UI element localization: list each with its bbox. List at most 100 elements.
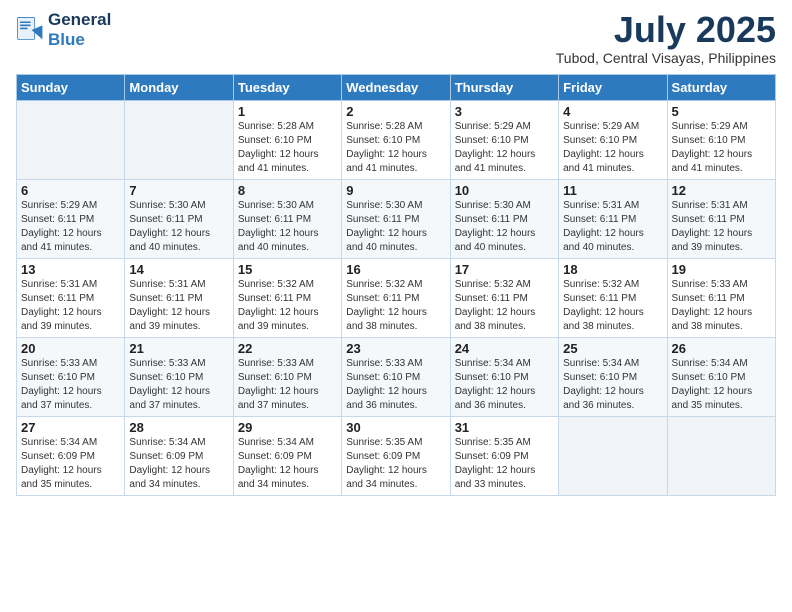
month-title: July 2025 xyxy=(556,10,776,50)
day-info: Sunrise: 5:30 AM Sunset: 6:11 PM Dayligh… xyxy=(129,199,228,255)
day-number: 20 xyxy=(21,341,120,356)
day-number: 11 xyxy=(563,183,662,198)
day-number: 18 xyxy=(563,262,662,277)
calendar-cell: 3Sunrise: 5:29 AM Sunset: 6:10 PM Daylig… xyxy=(450,100,558,179)
calendar-cell: 5Sunrise: 5:29 AM Sunset: 6:10 PM Daylig… xyxy=(667,100,775,179)
calendar-cell: 22Sunrise: 5:33 AM Sunset: 6:10 PM Dayli… xyxy=(233,337,341,416)
calendar-cell: 1Sunrise: 5:28 AM Sunset: 6:10 PM Daylig… xyxy=(233,100,341,179)
logo-text-general: General xyxy=(48,10,111,30)
calendar-cell: 9Sunrise: 5:30 AM Sunset: 6:11 PM Daylig… xyxy=(342,179,450,258)
day-number: 15 xyxy=(238,262,337,277)
calendar-cell: 19Sunrise: 5:33 AM Sunset: 6:11 PM Dayli… xyxy=(667,258,775,337)
day-info: Sunrise: 5:33 AM Sunset: 6:10 PM Dayligh… xyxy=(21,357,120,413)
column-header-tuesday: Tuesday xyxy=(233,74,341,100)
calendar-cell: 8Sunrise: 5:30 AM Sunset: 6:11 PM Daylig… xyxy=(233,179,341,258)
day-number: 9 xyxy=(346,183,445,198)
day-info: Sunrise: 5:30 AM Sunset: 6:11 PM Dayligh… xyxy=(238,199,337,255)
day-info: Sunrise: 5:32 AM Sunset: 6:11 PM Dayligh… xyxy=(455,278,554,334)
day-info: Sunrise: 5:29 AM Sunset: 6:11 PM Dayligh… xyxy=(21,199,120,255)
calendar-cell: 27Sunrise: 5:34 AM Sunset: 6:09 PM Dayli… xyxy=(17,416,125,495)
day-info: Sunrise: 5:28 AM Sunset: 6:10 PM Dayligh… xyxy=(238,120,337,176)
calendar-cell: 26Sunrise: 5:34 AM Sunset: 6:10 PM Dayli… xyxy=(667,337,775,416)
day-info: Sunrise: 5:30 AM Sunset: 6:11 PM Dayligh… xyxy=(455,199,554,255)
day-info: Sunrise: 5:33 AM Sunset: 6:10 PM Dayligh… xyxy=(238,357,337,413)
day-info: Sunrise: 5:33 AM Sunset: 6:10 PM Dayligh… xyxy=(346,357,445,413)
day-info: Sunrise: 5:31 AM Sunset: 6:11 PM Dayligh… xyxy=(672,199,771,255)
column-header-friday: Friday xyxy=(559,74,667,100)
calendar-week-4: 20Sunrise: 5:33 AM Sunset: 6:10 PM Dayli… xyxy=(17,337,776,416)
day-number: 2 xyxy=(346,104,445,119)
day-number: 10 xyxy=(455,183,554,198)
day-number: 7 xyxy=(129,183,228,198)
day-info: Sunrise: 5:31 AM Sunset: 6:11 PM Dayligh… xyxy=(129,278,228,334)
day-number: 14 xyxy=(129,262,228,277)
day-number: 3 xyxy=(455,104,554,119)
day-number: 23 xyxy=(346,341,445,356)
calendar-cell: 20Sunrise: 5:33 AM Sunset: 6:10 PM Dayli… xyxy=(17,337,125,416)
day-info: Sunrise: 5:35 AM Sunset: 6:09 PM Dayligh… xyxy=(455,436,554,492)
day-info: Sunrise: 5:28 AM Sunset: 6:10 PM Dayligh… xyxy=(346,120,445,176)
day-number: 29 xyxy=(238,420,337,435)
day-number: 31 xyxy=(455,420,554,435)
day-info: Sunrise: 5:34 AM Sunset: 6:09 PM Dayligh… xyxy=(21,436,120,492)
calendar-cell: 16Sunrise: 5:32 AM Sunset: 6:11 PM Dayli… xyxy=(342,258,450,337)
calendar-cell xyxy=(667,416,775,495)
column-header-saturday: Saturday xyxy=(667,74,775,100)
day-number: 22 xyxy=(238,341,337,356)
day-number: 17 xyxy=(455,262,554,277)
day-info: Sunrise: 5:33 AM Sunset: 6:10 PM Dayligh… xyxy=(129,357,228,413)
calendar-week-5: 27Sunrise: 5:34 AM Sunset: 6:09 PM Dayli… xyxy=(17,416,776,495)
column-header-monday: Monday xyxy=(125,74,233,100)
logo-text-blue: Blue xyxy=(48,30,111,50)
location-title: Tubod, Central Visayas, Philippines xyxy=(556,50,776,66)
calendar-cell: 14Sunrise: 5:31 AM Sunset: 6:11 PM Dayli… xyxy=(125,258,233,337)
calendar-week-3: 13Sunrise: 5:31 AM Sunset: 6:11 PM Dayli… xyxy=(17,258,776,337)
column-header-thursday: Thursday xyxy=(450,74,558,100)
day-number: 6 xyxy=(21,183,120,198)
day-info: Sunrise: 5:34 AM Sunset: 6:10 PM Dayligh… xyxy=(455,357,554,413)
calendar-cell: 23Sunrise: 5:33 AM Sunset: 6:10 PM Dayli… xyxy=(342,337,450,416)
calendar-header-row: SundayMondayTuesdayWednesdayThursdayFrid… xyxy=(17,74,776,100)
day-info: Sunrise: 5:29 AM Sunset: 6:10 PM Dayligh… xyxy=(455,120,554,176)
calendar-cell: 30Sunrise: 5:35 AM Sunset: 6:09 PM Dayli… xyxy=(342,416,450,495)
calendar-cell: 25Sunrise: 5:34 AM Sunset: 6:10 PM Dayli… xyxy=(559,337,667,416)
day-number: 4 xyxy=(563,104,662,119)
calendar-cell: 28Sunrise: 5:34 AM Sunset: 6:09 PM Dayli… xyxy=(125,416,233,495)
day-number: 16 xyxy=(346,262,445,277)
day-info: Sunrise: 5:34 AM Sunset: 6:10 PM Dayligh… xyxy=(672,357,771,413)
calendar-cell: 7Sunrise: 5:30 AM Sunset: 6:11 PM Daylig… xyxy=(125,179,233,258)
day-number: 13 xyxy=(21,262,120,277)
day-number: 27 xyxy=(21,420,120,435)
calendar-cell: 17Sunrise: 5:32 AM Sunset: 6:11 PM Dayli… xyxy=(450,258,558,337)
day-info: Sunrise: 5:32 AM Sunset: 6:11 PM Dayligh… xyxy=(238,278,337,334)
day-info: Sunrise: 5:34 AM Sunset: 6:10 PM Dayligh… xyxy=(563,357,662,413)
calendar-cell: 21Sunrise: 5:33 AM Sunset: 6:10 PM Dayli… xyxy=(125,337,233,416)
day-number: 26 xyxy=(672,341,771,356)
calendar-table: SundayMondayTuesdayWednesdayThursdayFrid… xyxy=(16,74,776,496)
day-number: 12 xyxy=(672,183,771,198)
day-info: Sunrise: 5:32 AM Sunset: 6:11 PM Dayligh… xyxy=(563,278,662,334)
calendar-cell: 10Sunrise: 5:30 AM Sunset: 6:11 PM Dayli… xyxy=(450,179,558,258)
day-info: Sunrise: 5:31 AM Sunset: 6:11 PM Dayligh… xyxy=(21,278,120,334)
day-number: 21 xyxy=(129,341,228,356)
calendar-cell: 2Sunrise: 5:28 AM Sunset: 6:10 PM Daylig… xyxy=(342,100,450,179)
calendar-cell: 6Sunrise: 5:29 AM Sunset: 6:11 PM Daylig… xyxy=(17,179,125,258)
calendar-cell: 18Sunrise: 5:32 AM Sunset: 6:11 PM Dayli… xyxy=(559,258,667,337)
day-number: 30 xyxy=(346,420,445,435)
day-number: 28 xyxy=(129,420,228,435)
day-number: 8 xyxy=(238,183,337,198)
day-info: Sunrise: 5:32 AM Sunset: 6:11 PM Dayligh… xyxy=(346,278,445,334)
day-info: Sunrise: 5:33 AM Sunset: 6:11 PM Dayligh… xyxy=(672,278,771,334)
calendar-cell: 13Sunrise: 5:31 AM Sunset: 6:11 PM Dayli… xyxy=(17,258,125,337)
calendar-cell xyxy=(559,416,667,495)
title-block: July 2025 Tubod, Central Visayas, Philip… xyxy=(556,10,776,66)
calendar-week-1: 1Sunrise: 5:28 AM Sunset: 6:10 PM Daylig… xyxy=(17,100,776,179)
calendar-cell: 24Sunrise: 5:34 AM Sunset: 6:10 PM Dayli… xyxy=(450,337,558,416)
calendar-cell: 29Sunrise: 5:34 AM Sunset: 6:09 PM Dayli… xyxy=(233,416,341,495)
day-info: Sunrise: 5:30 AM Sunset: 6:11 PM Dayligh… xyxy=(346,199,445,255)
calendar-cell: 31Sunrise: 5:35 AM Sunset: 6:09 PM Dayli… xyxy=(450,416,558,495)
day-number: 19 xyxy=(672,262,771,277)
calendar-cell xyxy=(125,100,233,179)
day-info: Sunrise: 5:34 AM Sunset: 6:09 PM Dayligh… xyxy=(129,436,228,492)
column-header-sunday: Sunday xyxy=(17,74,125,100)
